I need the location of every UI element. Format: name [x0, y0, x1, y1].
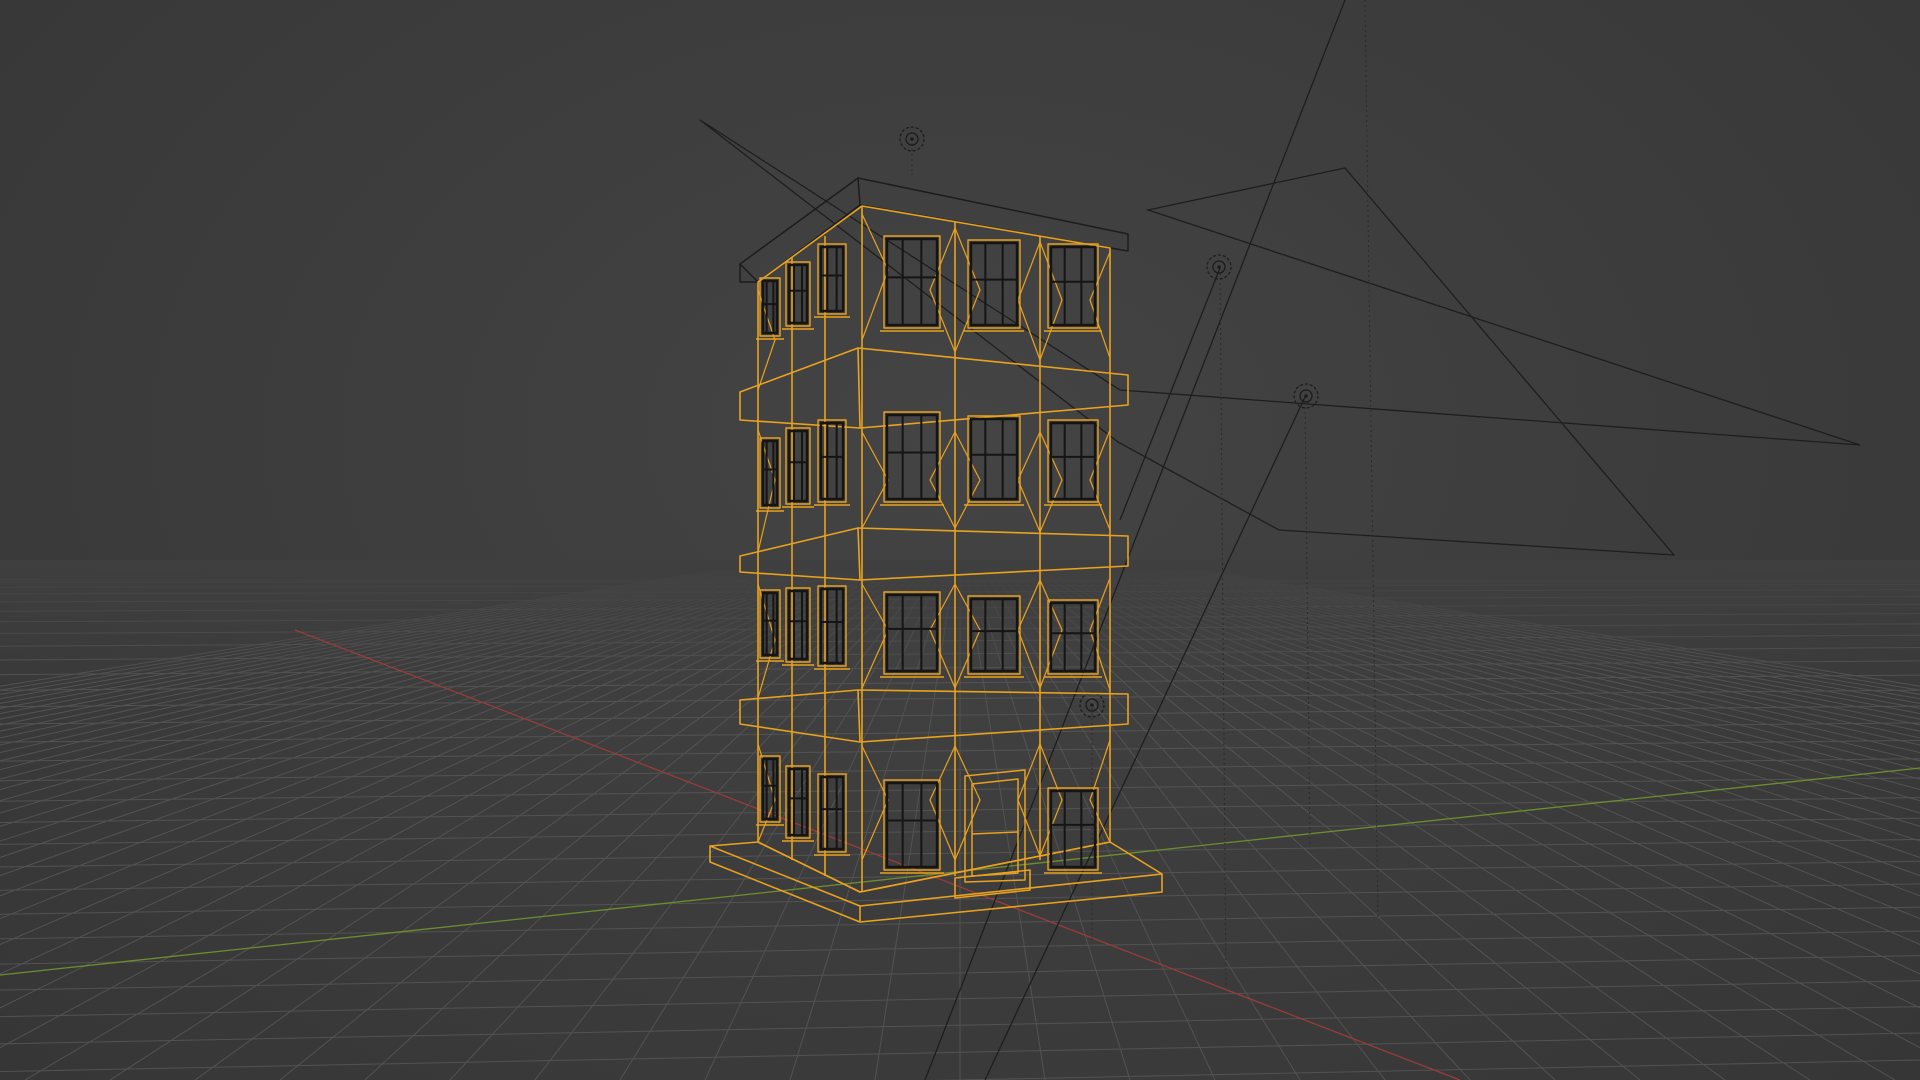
wall-bevels — [757, 213, 1111, 861]
window — [782, 765, 814, 842]
window — [782, 427, 814, 508]
window — [964, 239, 1024, 332]
window — [814, 243, 850, 318]
window — [756, 755, 784, 826]
building-object[interactable] — [709, 177, 1163, 923]
x-axis-line — [294, 629, 1461, 1080]
3d-viewport[interactable] — [0, 0, 1920, 1080]
light-drop-line — [1364, 0, 1379, 921]
viewport-canvas[interactable] — [0, 0, 1920, 1080]
window — [756, 277, 784, 340]
camera-ray-b — [984, 396, 1306, 1080]
window — [782, 261, 814, 330]
window — [1044, 243, 1102, 332]
camera-frustum-outline — [699, 119, 1861, 556]
light-icon[interactable] — [1206, 254, 1232, 280]
window — [1044, 419, 1102, 506]
light-drop-lines — [911, 0, 1379, 986]
window — [814, 419, 850, 506]
grid-horizon-fade — [0, 560, 1920, 680]
roof-cap — [739, 177, 1129, 283]
light-icon[interactable] — [899, 126, 925, 152]
window — [964, 415, 1024, 506]
camera-ray-c — [1119, 267, 1221, 521]
windows — [756, 235, 1102, 874]
